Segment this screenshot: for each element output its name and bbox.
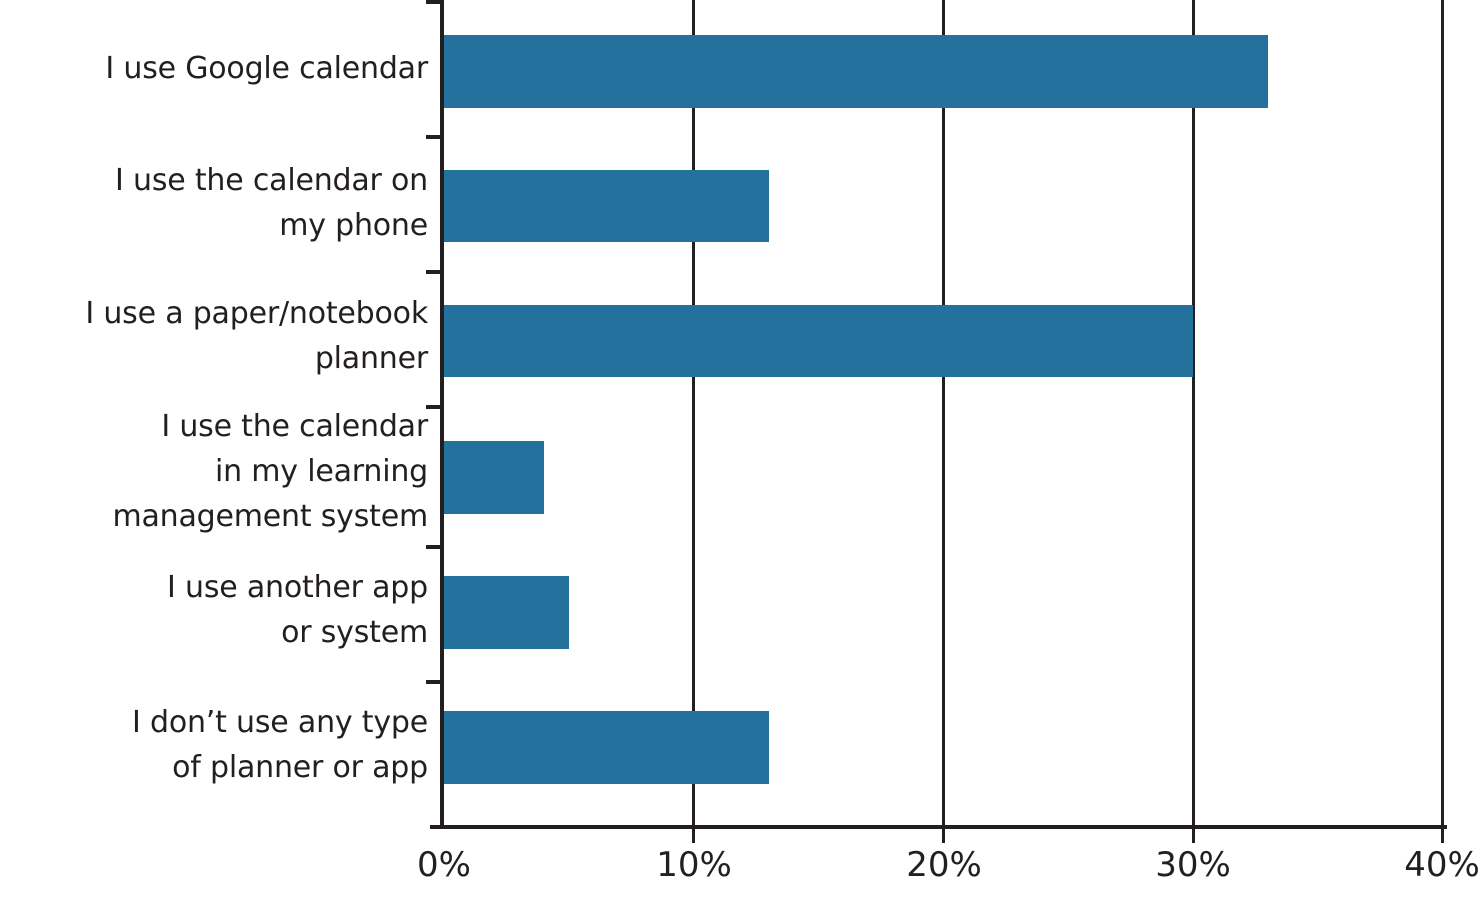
gridline-30 — [1192, 0, 1195, 843]
plot-area: 0% 10% 20% 30% 40% — [417, 0, 1480, 885]
x-tick-label-0: 0% — [417, 845, 471, 885]
bar-chart: I use Google calendar I use the calendar… — [0, 0, 1481, 897]
x-tick-label-2: 20% — [906, 845, 982, 885]
bar-1 — [444, 170, 769, 242]
category-label-0: I use Google calendar — [105, 51, 428, 86]
x-tick-label-1: 10% — [656, 845, 732, 885]
bar-2 — [444, 305, 1193, 377]
category-label-1: I use the calendar on my phone — [115, 163, 428, 243]
bar-4 — [444, 576, 569, 649]
y-axis-tick-2 — [426, 270, 441, 274]
bar-5 — [444, 711, 769, 784]
bar-0 — [444, 35, 1268, 108]
y-axis-tick-5 — [426, 680, 441, 684]
category-label-2: I use a paper/notebook planner — [85, 296, 428, 376]
y-axis-tick-4 — [426, 545, 441, 549]
y-axis-line — [440, 0, 444, 825]
category-label-3: I use the calendar in my learning manage… — [112, 409, 428, 534]
category-label-4: I use another app or system — [167, 570, 428, 650]
x-tick-label-3: 30% — [1155, 845, 1231, 885]
bar-3 — [444, 441, 544, 514]
category-axis-labels: I use Google calendar I use the calendar… — [0, 0, 428, 825]
y-axis-tick-3 — [426, 405, 441, 409]
x-tick-label-4: 40% — [1404, 845, 1480, 885]
y-axis-tick-0 — [426, 0, 441, 4]
x-axis-line — [430, 825, 1447, 829]
y-axis-tick-1 — [426, 135, 441, 139]
category-label-5: I don’t use any type of planner or app — [132, 705, 428, 785]
gridline-20 — [942, 0, 945, 843]
gridline-40 — [1441, 0, 1444, 843]
